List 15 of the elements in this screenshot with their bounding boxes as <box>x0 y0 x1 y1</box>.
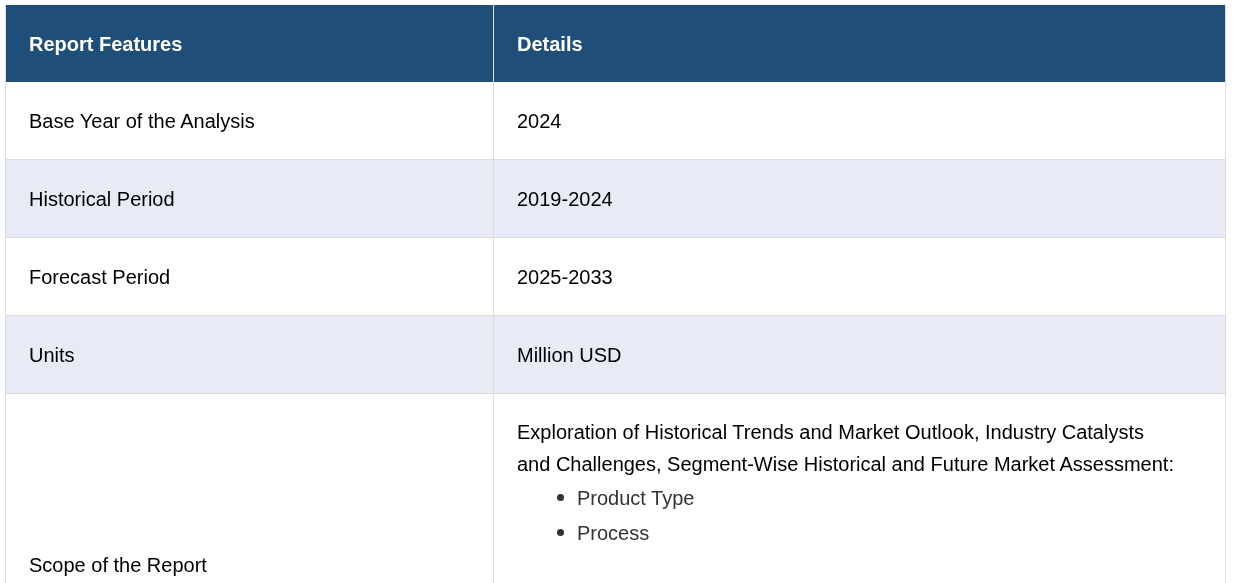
table-cell-text: Million USD <box>517 342 622 368</box>
bullet-icon <box>557 529 564 536</box>
list-item: Product Type <box>577 485 695 511</box>
list-item: Process <box>577 520 650 546</box>
table-cell-text: 2024 <box>517 108 562 134</box>
table-cell-text: 2019-2024 <box>517 186 613 212</box>
table-cell-text: Scope of the Report <box>29 552 207 578</box>
table-cell-text: Base Year of the Analysis <box>29 108 255 134</box>
table-cell-text: Historical Period <box>29 186 175 212</box>
table-cell-text: Units <box>29 342 75 368</box>
table-cell-text: Exploration of Historical Trends and Market Outlook, Industry Catalysts and Challenges, Segment-Wise Historical and Future Market Assessment: <box>517 420 1175 477</box>
column-header: Details <box>516 31 584 57</box>
table-cell-text: 2025-2033 <box>517 264 613 290</box>
table-cell-text: Forecast Period <box>29 264 171 290</box>
bullet-icon <box>557 494 564 501</box>
